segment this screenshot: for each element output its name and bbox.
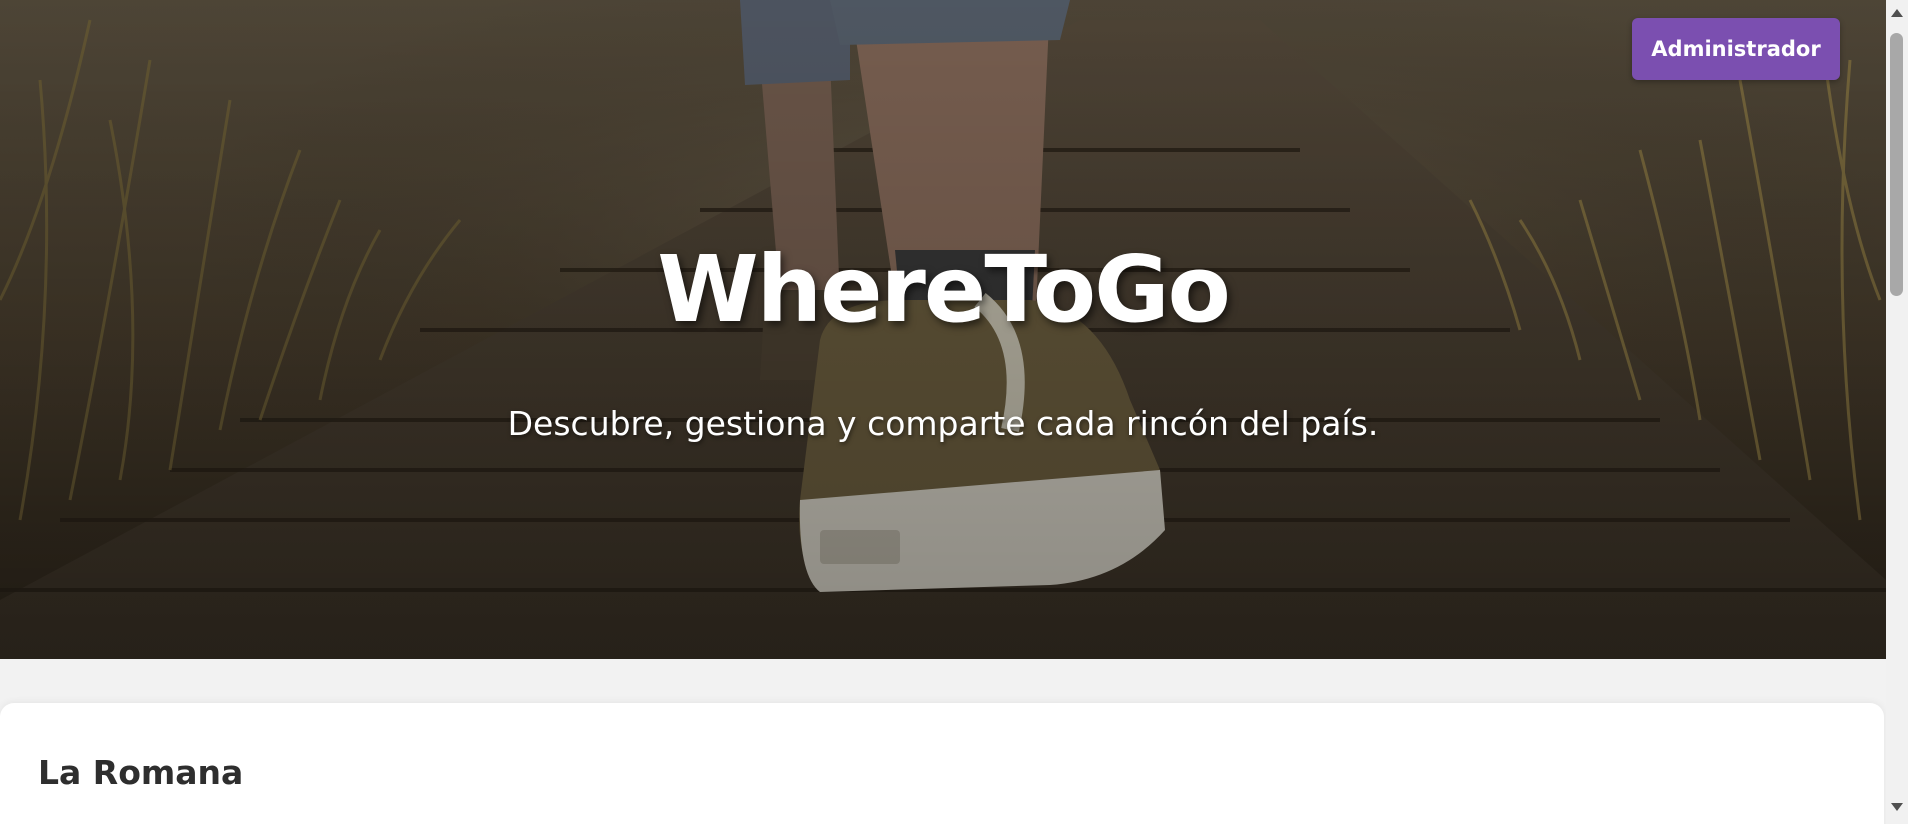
- destination-card: La Romana: [0, 703, 1884, 824]
- hero-subtitle: Descubre, gestiona y comparte cada rincó…: [507, 404, 1379, 443]
- admin-button[interactable]: Administrador: [1632, 18, 1840, 80]
- scrollbar-thumb[interactable]: [1890, 33, 1903, 296]
- page: WhereToGo Descubre, gestiona y comparte …: [0, 0, 1908, 824]
- hero-title: WhereToGo: [657, 236, 1231, 343]
- scroll-down-icon[interactable]: [1891, 803, 1903, 811]
- vertical-scrollbar[interactable]: [1886, 0, 1908, 824]
- hero-banner: WhereToGo Descubre, gestiona y comparte …: [0, 0, 1886, 659]
- section-title: La Romana: [38, 753, 244, 792]
- scroll-up-icon[interactable]: [1891, 9, 1903, 17]
